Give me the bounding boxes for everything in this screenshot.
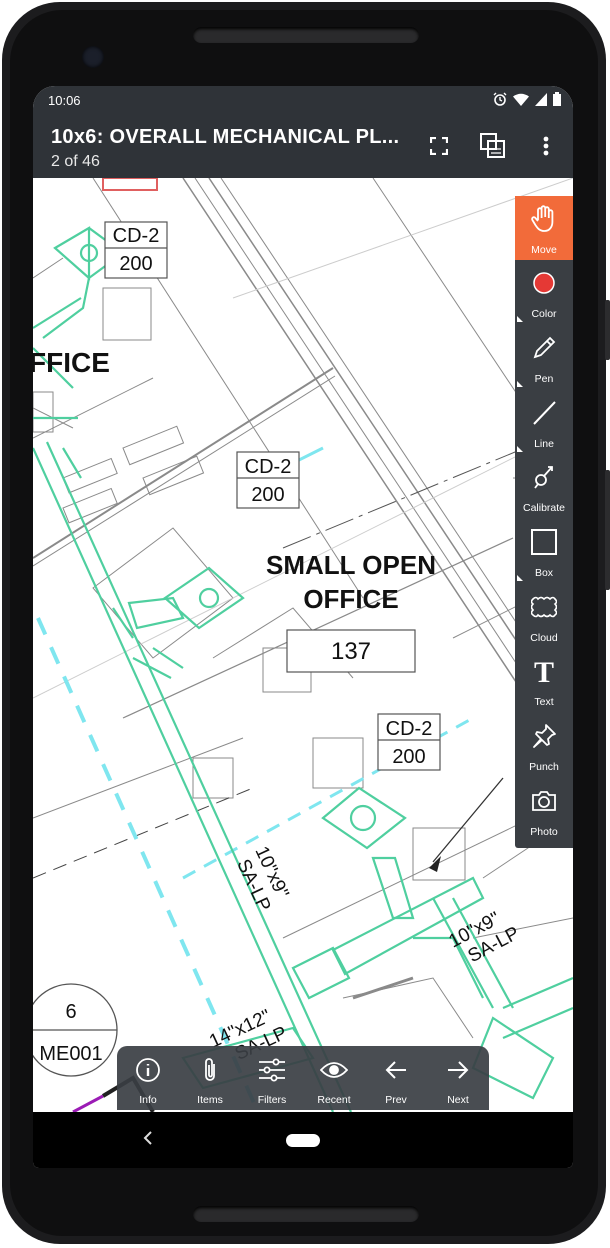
color-dot-icon (533, 272, 555, 294)
tool-box-label: Box (534, 567, 554, 579)
tool-cloud-label: Cloud (530, 632, 558, 644)
next-button[interactable]: Next (427, 1046, 489, 1110)
detail-callout: 6 ME001 (33, 983, 118, 1077)
tool-calibrate[interactable]: Calibrate (515, 454, 573, 518)
eye-icon (320, 1062, 348, 1078)
tool-box[interactable]: Box (515, 519, 573, 583)
screen: 10:06 10x6: OVERALL MECHANICAL PL... 2 o… (33, 86, 573, 1168)
room-name-partial: FFICE (33, 347, 110, 378)
page-indicator: 2 of 46 (51, 153, 100, 170)
tool-pen[interactable]: Pen (515, 325, 573, 389)
signal-icon (535, 92, 547, 106)
prev-button[interactable]: Prev (365, 1046, 427, 1110)
tag3-type: CD-2 (386, 718, 433, 740)
tool-punch[interactable]: Punch (515, 713, 573, 777)
fullscreen-icon (430, 137, 448, 155)
volume-button (605, 300, 610, 360)
drawing-canvas[interactable]: CD-2 200 CD-2 200 CD-2 200 FFICE SMALL O… (33, 178, 573, 1112)
tool-pen-label: Pen (534, 373, 554, 385)
tool-photo-label: Photo (530, 826, 558, 838)
alarm-icon (493, 92, 507, 106)
tool-move-label: Move (531, 244, 557, 256)
drawing-title: 10x6: OVERALL MECHANICAL PL... (51, 126, 400, 148)
paperclip-icon (205, 1058, 215, 1081)
room-number: 137 (331, 638, 371, 665)
pin-icon (533, 724, 556, 748)
leader-arrow (429, 856, 441, 872)
room-name-line2: OFFICE (303, 584, 398, 614)
detail-number: 6 (65, 1001, 76, 1023)
info-icon (136, 1058, 160, 1082)
more-vert-icon (543, 136, 549, 156)
tool-move[interactable]: Move (515, 196, 573, 260)
bottom-speaker (193, 1206, 419, 1222)
arrow-left-icon (385, 1061, 406, 1079)
chevron-left-icon (143, 1131, 152, 1145)
overflow-menu-button[interactable] (528, 128, 564, 164)
back-button[interactable] (143, 1128, 153, 1151)
status-icons (493, 92, 561, 106)
diffuser-tag-3: CD-2 200 (377, 713, 441, 771)
battery-icon (553, 92, 561, 106)
app-bar: 10x6: OVERALL MECHANICAL PL... 2 of 46 (33, 114, 573, 178)
tool-color-label: Color (531, 308, 557, 320)
room-name-line1: SMALL OPEN (266, 550, 436, 580)
recent-button[interactable]: Recent (303, 1046, 365, 1110)
diffuser-tag-1: CD-2 200 (104, 221, 168, 279)
tool-text[interactable]: T Text (515, 648, 573, 712)
tool-punch-label: Punch (529, 761, 559, 773)
prev-label: Prev (385, 1094, 407, 1106)
info-label: Info (139, 1094, 157, 1106)
wifi-icon (513, 93, 529, 106)
sliders-icon (259, 1058, 285, 1082)
pen-icon (533, 336, 556, 359)
tool-photo[interactable]: Photo (515, 778, 573, 842)
markup-box-partial (102, 178, 158, 191)
home-button[interactable] (286, 1134, 320, 1147)
tag1-type: CD-2 (113, 225, 160, 247)
recent-label: Recent (317, 1094, 351, 1106)
next-label: Next (447, 1094, 469, 1106)
status-bar: 10:06 (33, 86, 573, 114)
hand-icon (531, 205, 554, 232)
items-label: Items (197, 1094, 223, 1106)
detail-sheet: ME001 (39, 1043, 102, 1065)
tool-line-label: Line (534, 438, 554, 450)
box-icon (531, 529, 557, 555)
fullscreen-button[interactable] (421, 128, 457, 164)
tool-text-label: Text (534, 696, 554, 708)
cloud-icon (531, 596, 557, 618)
line-icon (533, 401, 556, 425)
calibrate-icon (534, 466, 553, 489)
filters-button[interactable]: Filters (241, 1046, 303, 1110)
status-time: 10:06 (48, 93, 81, 108)
items-button[interactable]: Items (179, 1046, 241, 1110)
filters-label: Filters (257, 1094, 287, 1106)
tool-calibrate-label: Calibrate (522, 502, 566, 514)
tool-color[interactable]: Color (515, 260, 573, 324)
tag2-cfm: 200 (251, 484, 284, 506)
sheet-overlay-button[interactable] (475, 128, 511, 164)
tag2-type: CD-2 (245, 456, 292, 478)
duct-label-2: 10"x9" SA-LP (445, 908, 523, 967)
system-nav-bar (33, 1112, 573, 1168)
tag3-cfm: 200 (392, 746, 425, 768)
bottom-action-bar: Info Items Filters Recent Prev Next (117, 1046, 489, 1110)
info-button[interactable]: Info (117, 1046, 179, 1110)
tag1-cfm: 200 (119, 253, 152, 275)
front-camera (82, 46, 104, 68)
power-button (605, 470, 610, 590)
diffuser-tag-2: CD-2 200 (236, 451, 300, 509)
floor-plan: CD-2 200 CD-2 200 CD-2 200 FFICE SMALL O… (33, 178, 573, 1112)
arrow-right-icon (448, 1061, 469, 1079)
tool-line[interactable]: Line (515, 390, 573, 454)
top-speaker (193, 27, 419, 43)
markup-toolbar: Move Color Pen Line Calibrate Box Cloud … (515, 196, 573, 848)
layers-icon (480, 133, 505, 158)
svg-text:T: T (534, 657, 554, 685)
tool-cloud[interactable]: Cloud (515, 584, 573, 648)
camera-icon (532, 791, 556, 811)
text-icon: T (534, 657, 554, 685)
